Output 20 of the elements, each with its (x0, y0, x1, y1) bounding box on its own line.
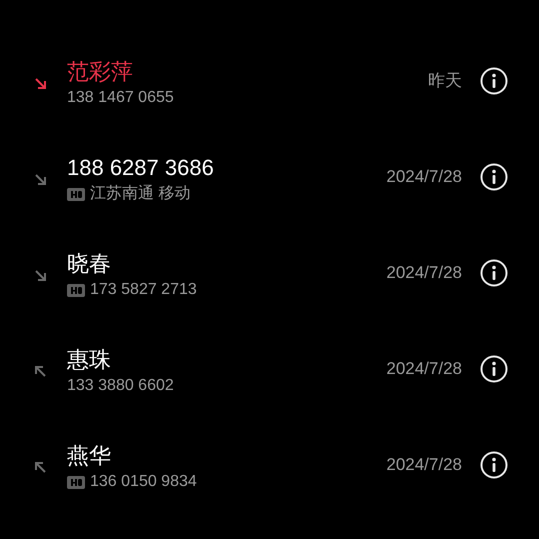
call-date: 2024/7/28 (386, 358, 462, 380)
info-icon[interactable] (480, 451, 508, 479)
call-date: 2024/7/28 (386, 454, 462, 476)
call-detail: 133 3880 6602 (67, 376, 174, 396)
info-icon[interactable] (480, 163, 508, 191)
contact-name: 晓春 (67, 250, 112, 278)
call-date: 2024/7/28 (386, 262, 462, 284)
info-icon[interactable] (480, 355, 508, 383)
call-date: 2024/7/28 (386, 166, 462, 188)
info-icon[interactable] (480, 259, 508, 287)
contact-name: 惠珠 (67, 346, 112, 374)
call-detail: 江苏南通 移动 (90, 184, 190, 204)
contact-name: 188 6287 3686 (67, 154, 215, 182)
call-detail: 138 1467 0655 (67, 88, 174, 108)
call-date: 昨天 (428, 70, 462, 92)
missed-call-name: 范彩萍 (67, 58, 134, 86)
info-icon[interactable] (480, 67, 508, 95)
call-detail: 136 0150 9834 (90, 472, 197, 492)
contact-name: 燕华 (67, 442, 112, 470)
call-detail: 173 5827 2713 (90, 280, 197, 300)
